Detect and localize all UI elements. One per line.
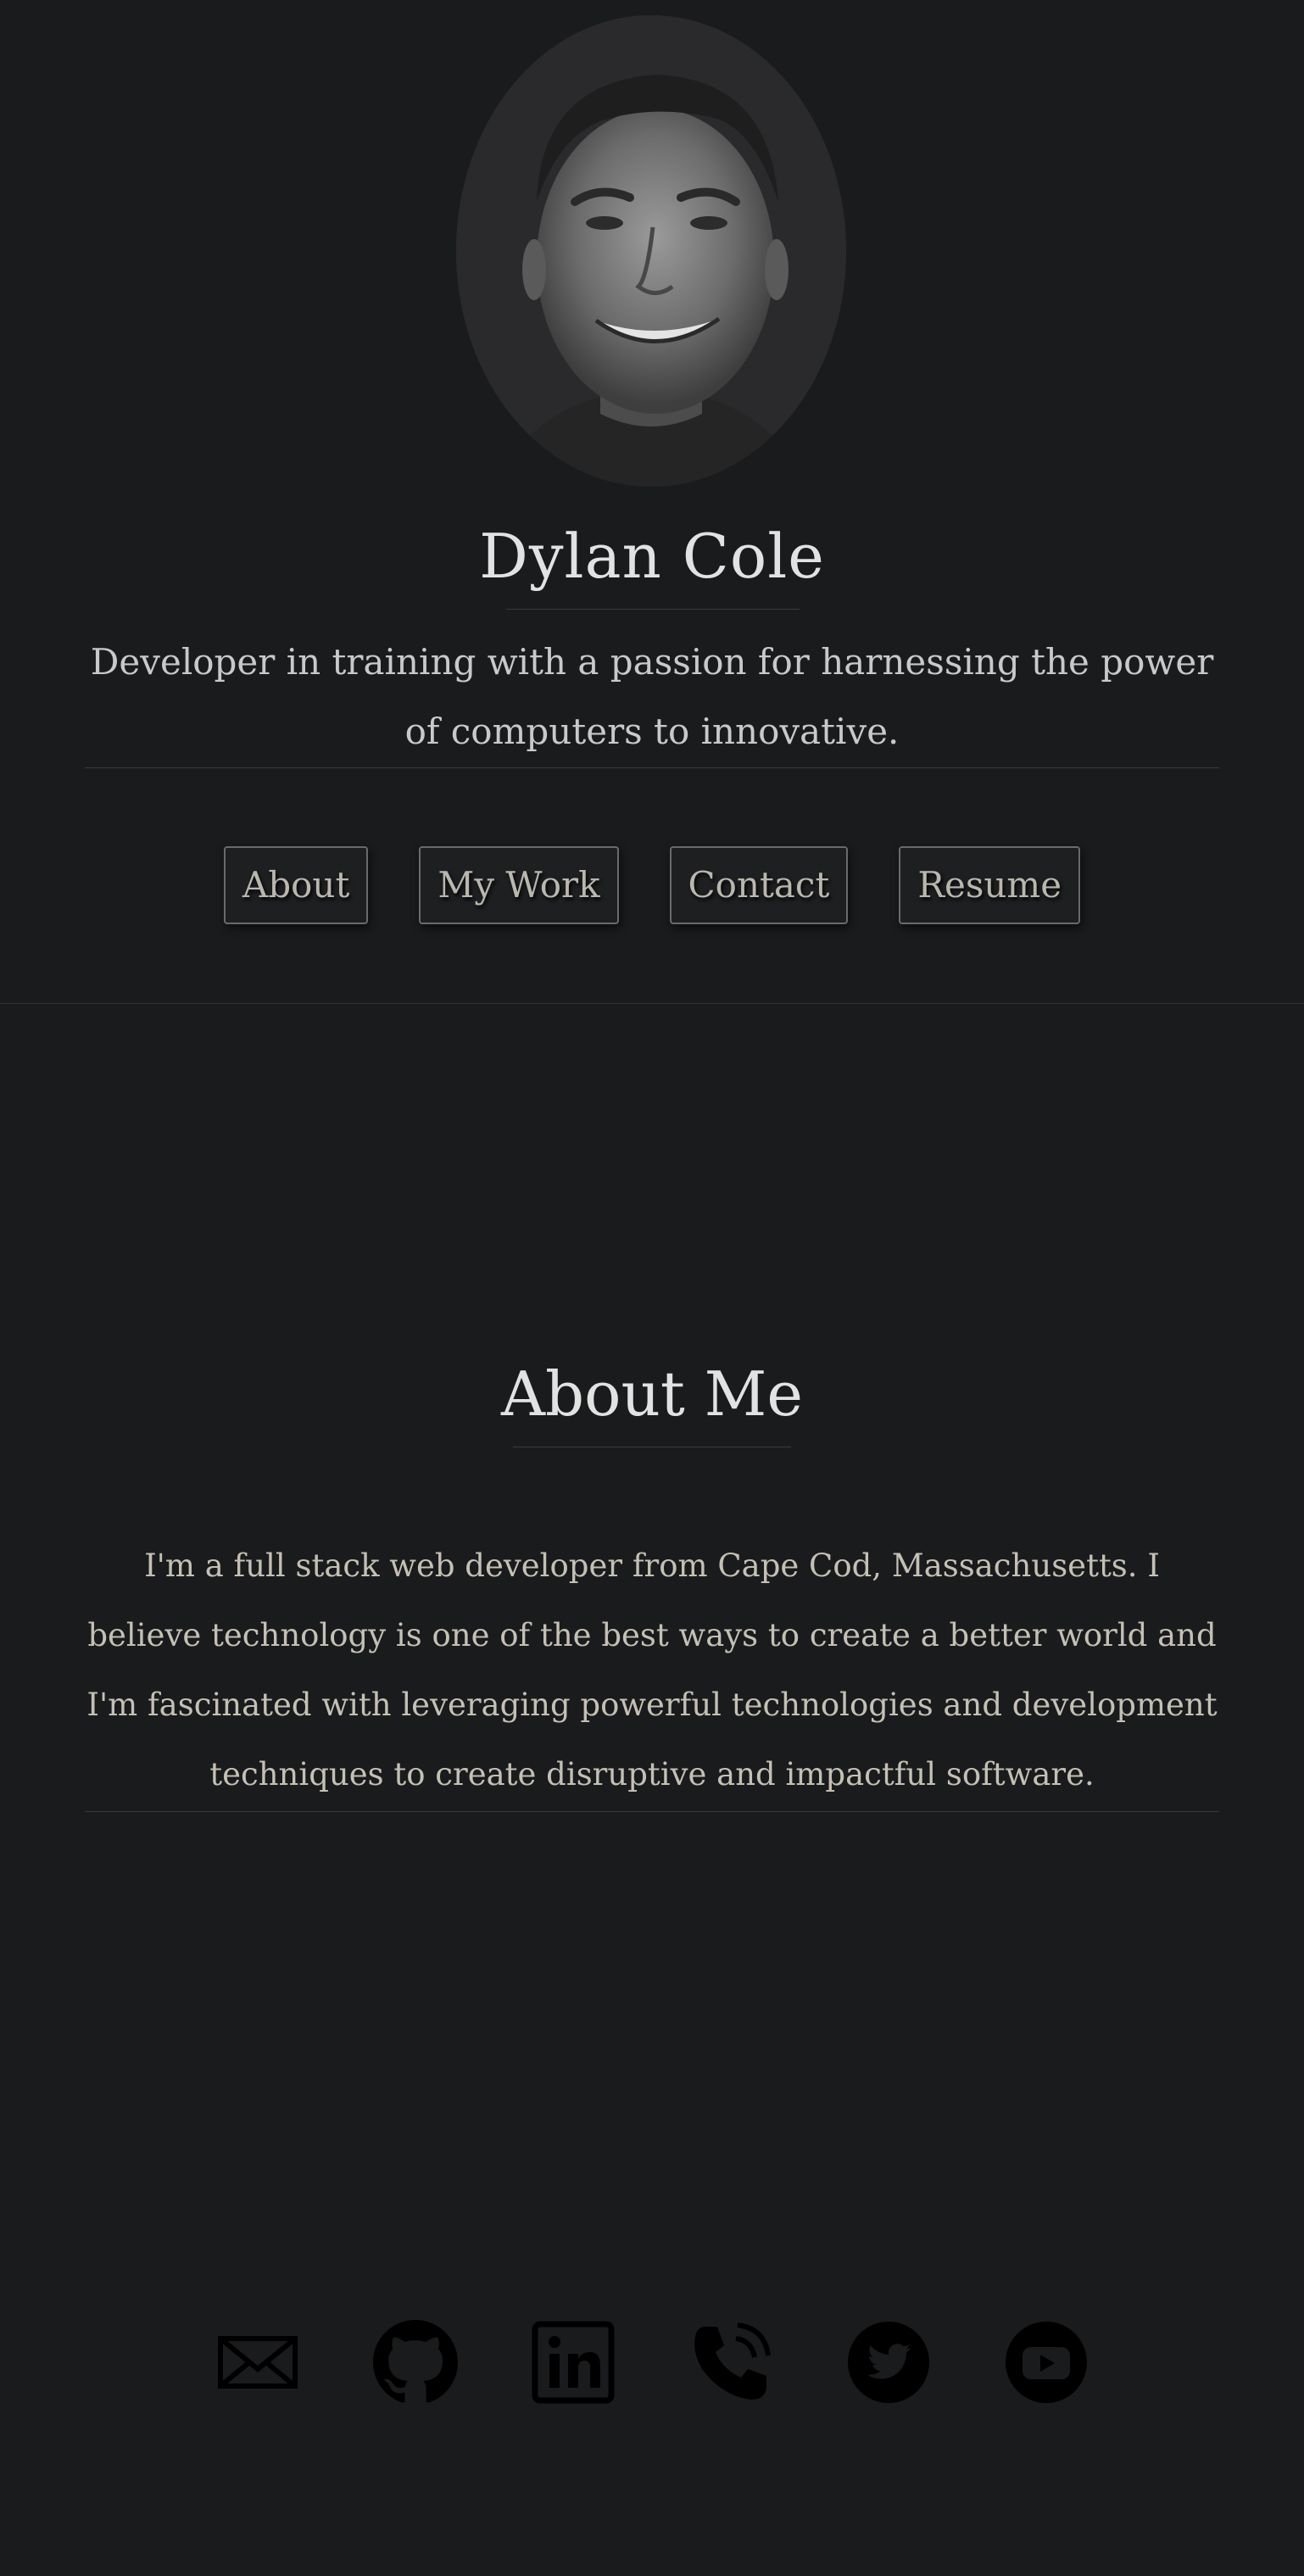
twitter-link[interactable] bbox=[846, 2320, 931, 2405]
linkedin-icon bbox=[532, 2321, 615, 2404]
social-links bbox=[0, 2320, 1304, 2405]
profile-photo bbox=[456, 15, 846, 487]
linkedin-link[interactable] bbox=[531, 2320, 616, 2405]
page: Dylan Cole Developer in training with a … bbox=[0, 0, 1304, 2576]
about-title: About Me bbox=[501, 1358, 803, 1430]
tagline-divider bbox=[85, 767, 1219, 768]
email-link[interactable] bbox=[215, 2320, 300, 2405]
twitter-icon bbox=[848, 2322, 929, 2403]
name-divider bbox=[506, 609, 800, 610]
header-section-divider bbox=[0, 1003, 1304, 1004]
nav-about-button[interactable]: About bbox=[223, 846, 369, 924]
nav-contact-button[interactable]: Contact bbox=[669, 846, 849, 924]
phone-link[interactable] bbox=[688, 2320, 773, 2405]
tagline: Developer in training with a passion for… bbox=[90, 641, 1214, 752]
email-icon bbox=[218, 2336, 298, 2389]
github-icon bbox=[373, 2320, 458, 2403]
github-link[interactable] bbox=[373, 2320, 458, 2405]
nav-my-work-button[interactable]: My Work bbox=[419, 846, 619, 924]
nav-resume-button[interactable]: Resume bbox=[899, 846, 1081, 924]
youtube-link[interactable] bbox=[1004, 2320, 1089, 2405]
profile-name: Dylan Cole bbox=[479, 521, 825, 592]
main-nav: About My Work Contact Resume bbox=[0, 846, 1304, 924]
about-text: I'm a full stack web developer from Cape… bbox=[86, 1547, 1218, 1793]
youtube-icon bbox=[1006, 2322, 1087, 2403]
phone-icon bbox=[694, 2322, 771, 2400]
about-divider bbox=[85, 1811, 1219, 1812]
